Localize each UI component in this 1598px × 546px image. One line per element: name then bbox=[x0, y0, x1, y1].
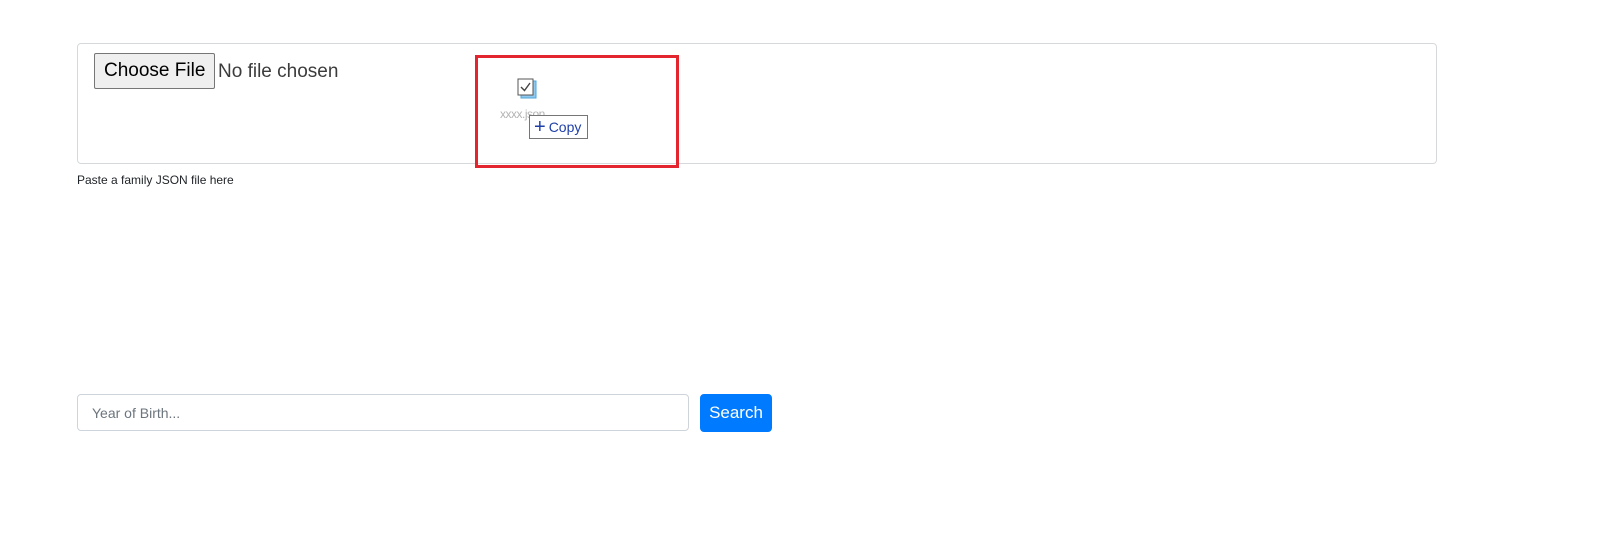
plus-icon: + bbox=[534, 116, 546, 138]
json-file-icon bbox=[516, 78, 538, 100]
choose-file-button[interactable]: Choose File bbox=[94, 53, 216, 89]
year-of-birth-input[interactable] bbox=[77, 394, 689, 431]
file-helper-text: Paste a family JSON file here bbox=[77, 173, 234, 187]
drag-copy-label: Copy bbox=[548, 119, 582, 135]
file-drop-panel[interactable]: Choose File No file chosen bbox=[77, 43, 1437, 164]
search-button[interactable]: Search bbox=[700, 394, 772, 432]
drag-copy-tooltip: + Copy bbox=[529, 115, 589, 139]
page: Choose File No file chosen Paste a famil… bbox=[0, 0, 1598, 546]
file-status-text: No file chosen bbox=[218, 61, 339, 82]
